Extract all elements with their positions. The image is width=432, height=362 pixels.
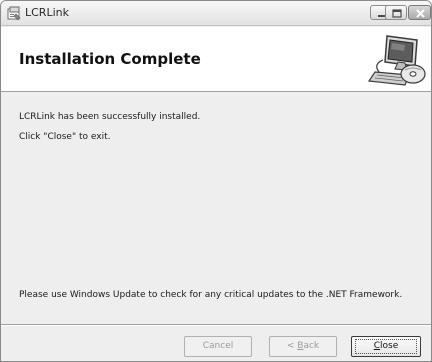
- title-bar[interactable]: LCRLink: [1, 1, 431, 26]
- maximize-icon: [392, 9, 402, 18]
- window-title: LCRLink: [25, 6, 69, 19]
- cancel-button[interactable]: Cancel: [184, 336, 252, 357]
- cancel-button-label: Cancel: [202, 341, 234, 351]
- back-button[interactable]: < Back: [269, 336, 337, 357]
- windows-update-note: Please use Windows Update to check for a…: [19, 290, 403, 300]
- success-message: LCRLink has been successfully installed.: [19, 112, 201, 122]
- close-button[interactable]: Close: [351, 336, 421, 357]
- installer-app-icon: [7, 6, 21, 21]
- back-button-rest: ack: [303, 341, 320, 351]
- close-icon: [416, 9, 425, 18]
- back-button-prefix: <: [286, 341, 298, 351]
- installer-window: LCRLink Installation Complete LCRLink ha…: [0, 0, 432, 362]
- computer-cd-icon: [367, 35, 426, 86]
- focus-ring: [355, 339, 417, 354]
- wizard-header: Installation Complete: [1, 27, 431, 92]
- footer-divider: [1, 324, 431, 326]
- exit-instruction: Click "Close" to exit.: [19, 132, 111, 142]
- close-window-button[interactable]: [408, 5, 431, 20]
- page-title: Installation Complete: [19, 50, 201, 68]
- maximize-button[interactable]: [385, 5, 407, 20]
